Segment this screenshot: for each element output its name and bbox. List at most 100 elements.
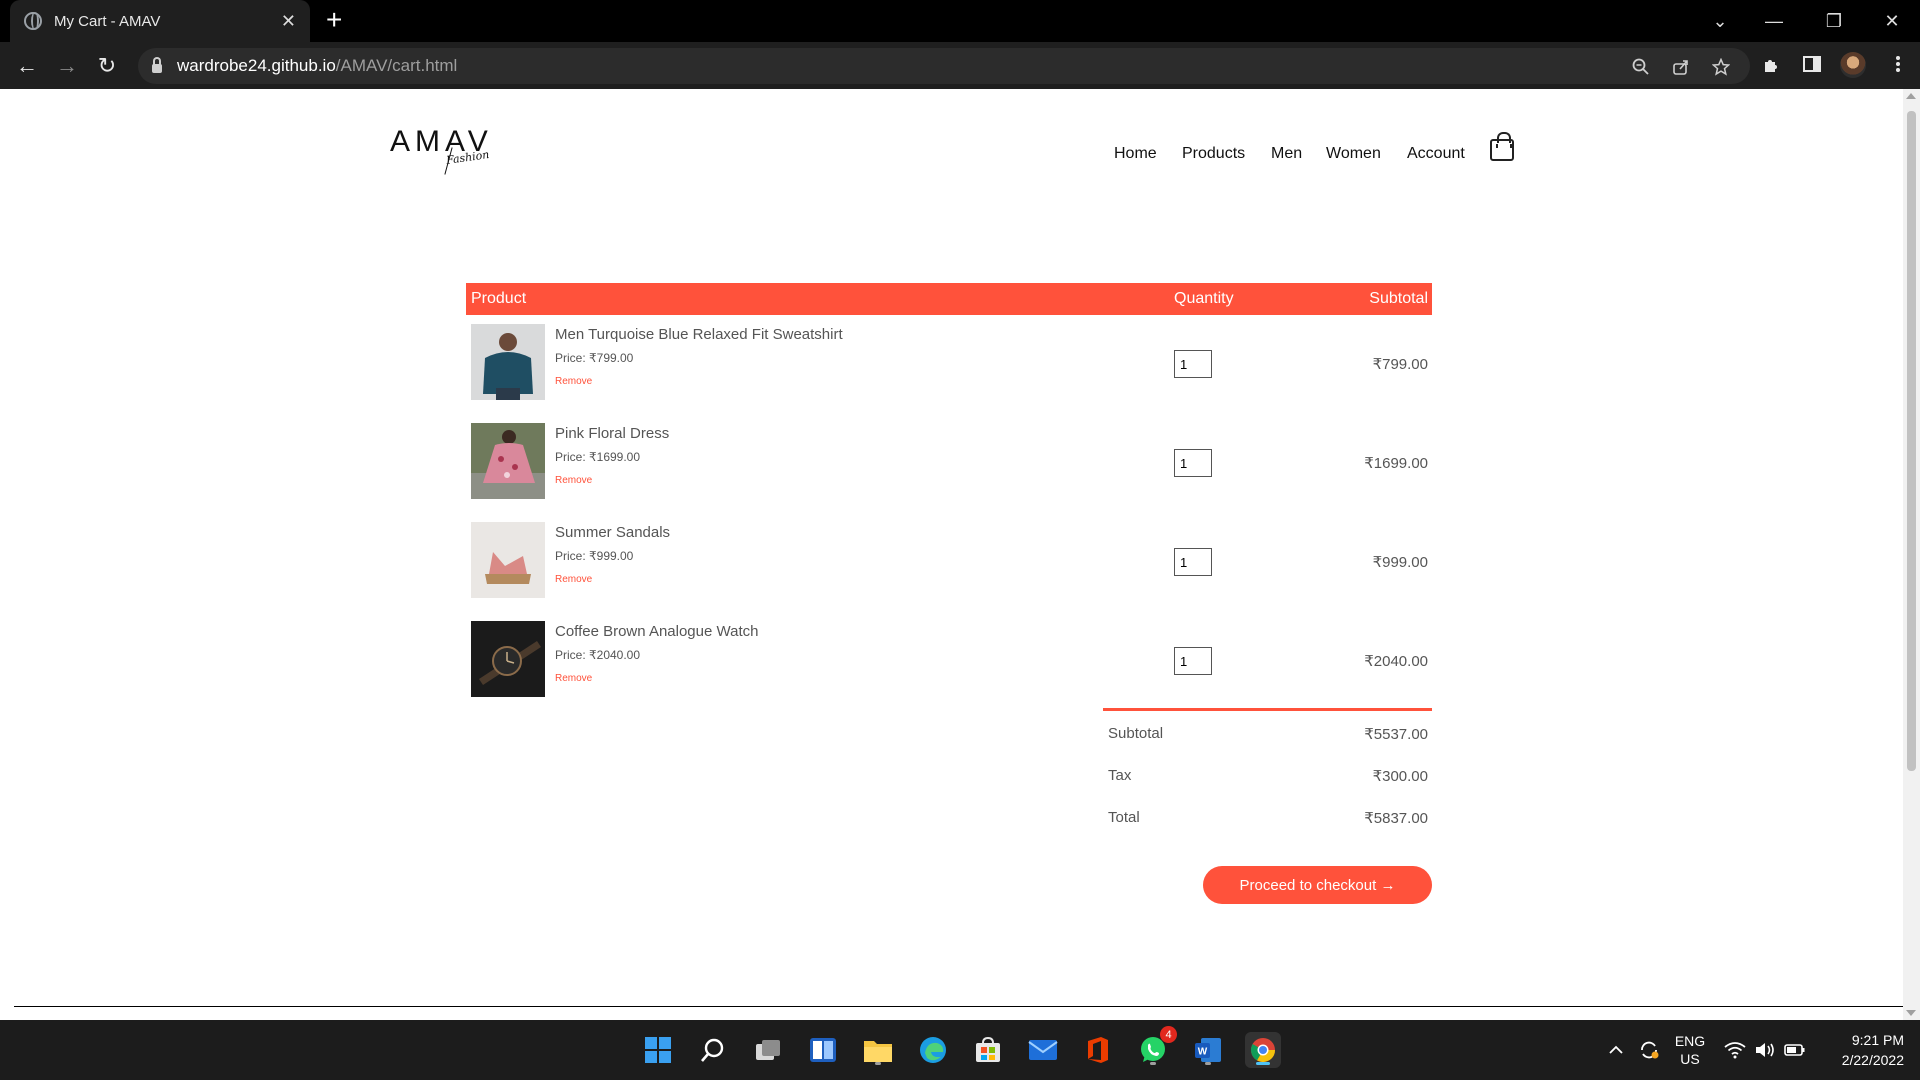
product-price: Price: ₹2040.00 xyxy=(555,648,641,662)
edge-browser-icon[interactable] xyxy=(915,1032,951,1068)
language-code: ENG xyxy=(1674,1033,1706,1049)
lock-icon[interactable] xyxy=(152,56,162,73)
product-name[interactable]: Men Turquoise Blue Relaxed Fit Sweatshir… xyxy=(555,326,843,343)
product-image-dress xyxy=(471,423,545,499)
minimize-button[interactable]: — xyxy=(1746,0,1802,42)
bookmark-star-icon[interactable] xyxy=(1710,56,1732,78)
subtotal-value: ₹5537.00 xyxy=(1364,726,1428,743)
product-name[interactable]: Summer Sandals xyxy=(555,524,670,541)
menu-kebab-icon[interactable] xyxy=(1886,52,1910,76)
language-indicator[interactable]: ENG US xyxy=(1668,1020,1712,1080)
subtotal-label: Subtotal xyxy=(1108,725,1164,742)
share-icon[interactable] xyxy=(1670,56,1692,78)
product-name[interactable]: Coffee Brown Analogue Watch xyxy=(555,623,758,640)
region-code: US xyxy=(1680,1051,1700,1067)
remove-link[interactable]: Remove xyxy=(555,574,592,585)
tax-value: ₹300.00 xyxy=(1372,768,1428,785)
row-subtotal: ₹2040.00 xyxy=(1364,653,1428,670)
product-price: Price: ₹799.00 xyxy=(555,351,634,365)
remove-link[interactable]: Remove xyxy=(555,475,592,486)
extensions-icon[interactable] xyxy=(1760,52,1784,76)
cart-row: Men Turquoise Blue Relaxed Fit Sweatshir… xyxy=(466,324,1432,400)
header-subtotal: Subtotal xyxy=(1369,290,1428,307)
nav-products[interactable]: Products xyxy=(1182,145,1245,163)
search-icon[interactable] xyxy=(695,1032,731,1068)
page-scrollbar[interactable] xyxy=(1903,89,1920,1020)
close-window-button[interactable]: ✕ xyxy=(1864,0,1920,42)
task-view-icon[interactable] xyxy=(750,1032,786,1068)
site-logo[interactable]: AMAV Fashion xyxy=(390,125,493,175)
scrollbar-thumb[interactable] xyxy=(1907,111,1916,771)
side-panel-icon[interactable] xyxy=(1800,52,1824,76)
clock-time: 9:21 PM xyxy=(1851,1032,1904,1048)
tax-label: Tax xyxy=(1108,767,1132,784)
product-name[interactable]: Pink Floral Dress xyxy=(555,425,669,442)
file-explorer-icon[interactable] xyxy=(860,1032,896,1068)
product-price: Price: ₹1699.00 xyxy=(555,450,641,464)
clock[interactable]: 9:21 PM 2/22/2022 xyxy=(1820,1020,1914,1080)
mail-icon[interactable] xyxy=(1025,1032,1061,1068)
battery-icon[interactable] xyxy=(1782,1020,1808,1080)
scroll-up-arrow-icon[interactable] xyxy=(1906,93,1916,99)
tab-close-icon[interactable]: ✕ xyxy=(281,11,296,32)
new-tab-button[interactable]: + xyxy=(326,5,342,35)
proceed-to-checkout-button[interactable]: Proceed to checkout → xyxy=(1203,866,1432,904)
scroll-down-arrow-icon[interactable] xyxy=(1906,1010,1916,1016)
tab-title: My Cart - AMAV xyxy=(54,12,161,30)
quantity-input[interactable] xyxy=(1174,449,1212,477)
word-icon[interactable]: W xyxy=(1190,1032,1226,1068)
chrome-icon[interactable] xyxy=(1245,1032,1281,1068)
office-icon[interactable] xyxy=(1080,1032,1116,1068)
total-value: ₹5837.00 xyxy=(1364,810,1428,827)
header-product: Product xyxy=(471,290,527,307)
widgets-icon[interactable] xyxy=(805,1032,841,1068)
reload-icon[interactable]: ↻ xyxy=(91,50,123,82)
running-indicator xyxy=(1205,1062,1211,1065)
tab-search-icon[interactable]: ⌄ xyxy=(1692,0,1748,42)
restore-button[interactable]: ❐ xyxy=(1806,0,1862,42)
totals-divider xyxy=(1103,708,1432,711)
cart-table-header: Product Quantity Subtotal xyxy=(466,283,1432,315)
nav-women[interactable]: Women xyxy=(1326,145,1381,163)
totals-total-row: Total ₹5837.00 xyxy=(1103,809,1432,829)
back-icon[interactable]: ← xyxy=(11,50,43,82)
row-subtotal: ₹799.00 xyxy=(1372,356,1428,373)
totals-subtotal-row: Subtotal ₹5537.00 xyxy=(1103,725,1432,745)
row-subtotal: ₹1699.00 xyxy=(1364,455,1428,472)
cart-row: Pink Floral Dress Price: ₹1699.00 Remove… xyxy=(466,423,1432,499)
header-quantity: Quantity xyxy=(1174,290,1234,307)
product-image-sweatshirt xyxy=(471,324,545,400)
url-path: /AMAV/cart.html xyxy=(335,56,458,75)
whatsapp-icon[interactable]: 4 xyxy=(1135,1026,1177,1068)
notification-badge: 4 xyxy=(1160,1026,1177,1043)
running-indicator xyxy=(875,1062,881,1065)
quantity-input[interactable] xyxy=(1174,647,1212,675)
forward-icon[interactable]: → xyxy=(51,50,83,82)
globe-icon xyxy=(24,12,42,30)
windows-taskbar: 4 W ENG US 9:21 PM 2/22/2022 xyxy=(0,1020,1920,1080)
product-image-sandals xyxy=(471,522,545,598)
quantity-input[interactable] xyxy=(1174,548,1212,576)
url-host: wardrobe24.github.io xyxy=(177,56,336,75)
zoom-icon[interactable] xyxy=(1630,56,1652,78)
nav-account[interactable]: Account xyxy=(1407,145,1465,163)
footer-edge xyxy=(14,1006,1903,1007)
browser-tab-strip: My Cart - AMAV ✕ + ⌄ — ❐ ✕ xyxy=(0,0,1920,42)
sync-icon[interactable] xyxy=(1634,1020,1664,1080)
nav-home[interactable]: Home xyxy=(1114,145,1157,163)
totals-tax-row: Tax ₹300.00 xyxy=(1103,767,1432,787)
cart-bag-icon[interactable] xyxy=(1490,132,1514,161)
remove-link[interactable]: Remove xyxy=(555,376,592,387)
show-hidden-icons-chevron-icon[interactable] xyxy=(1604,1020,1628,1080)
wifi-icon[interactable] xyxy=(1722,1020,1748,1080)
nav-men[interactable]: Men xyxy=(1271,145,1302,163)
product-price: Price: ₹999.00 xyxy=(555,549,634,563)
start-windows-icon[interactable] xyxy=(640,1032,676,1068)
quantity-input[interactable] xyxy=(1174,350,1212,378)
profile-avatar[interactable] xyxy=(1840,52,1866,78)
address-bar[interactable]: wardrobe24.github.io/AMAV/cart.html xyxy=(138,48,1750,84)
volume-icon[interactable] xyxy=(1752,1020,1778,1080)
microsoft-store-icon[interactable] xyxy=(970,1032,1006,1068)
remove-link[interactable]: Remove xyxy=(555,673,592,684)
browser-tab[interactable]: My Cart - AMAV ✕ xyxy=(10,0,310,42)
